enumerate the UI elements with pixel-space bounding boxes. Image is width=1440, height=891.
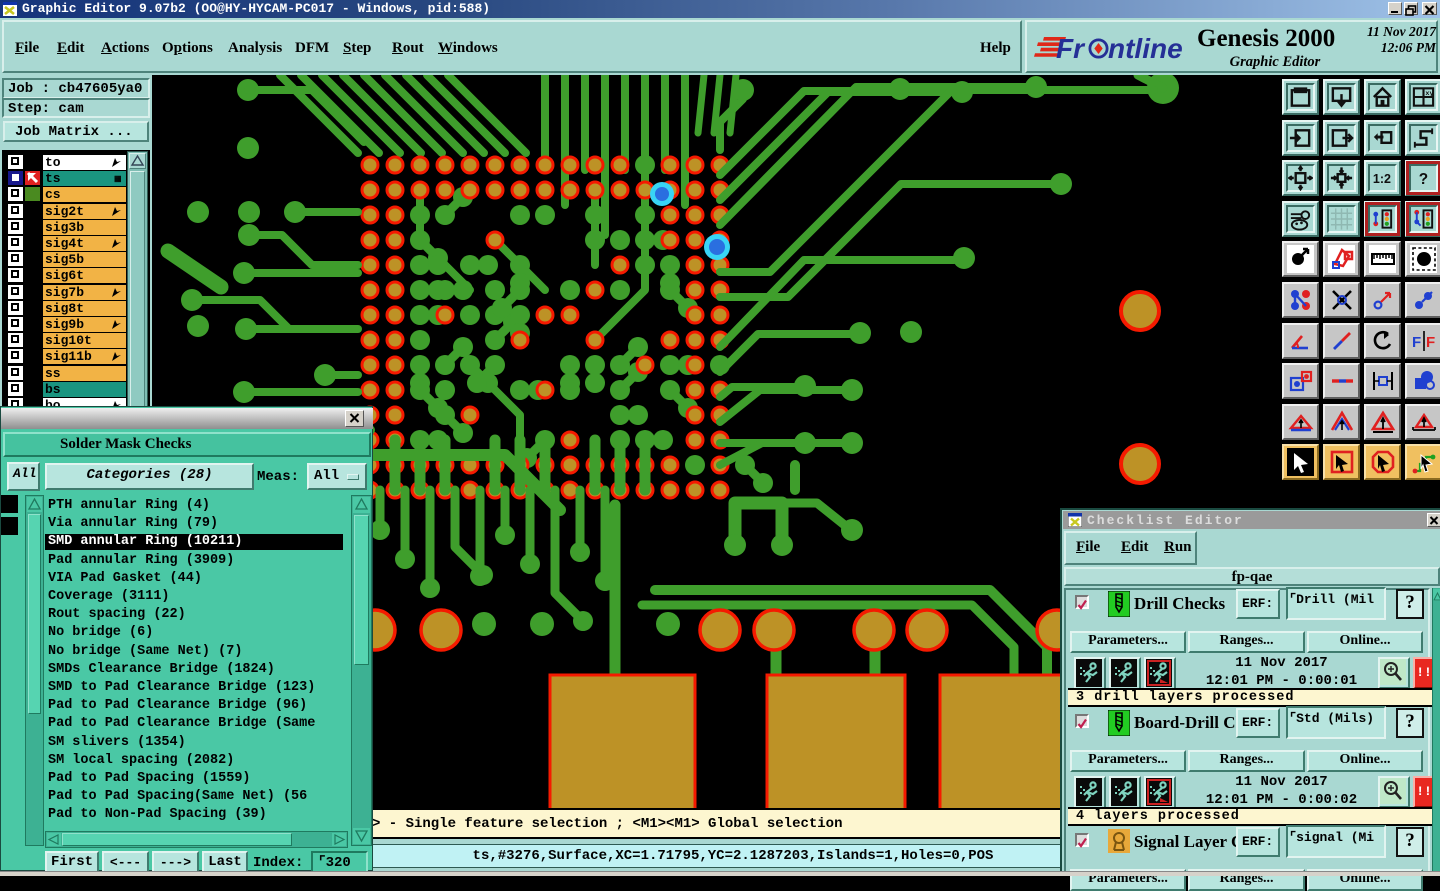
svg-text:xy: xy: [1425, 90, 1433, 98]
svg-text:ntline: ntline: [1108, 33, 1183, 63]
svg-text:1:2: 1:2: [1373, 172, 1391, 186]
svg-text:F: F: [1412, 334, 1421, 351]
svg-text:Fr: Fr: [1056, 33, 1086, 63]
svg-text:F: F: [1426, 334, 1435, 351]
svg-text:?: ?: [1419, 171, 1428, 188]
